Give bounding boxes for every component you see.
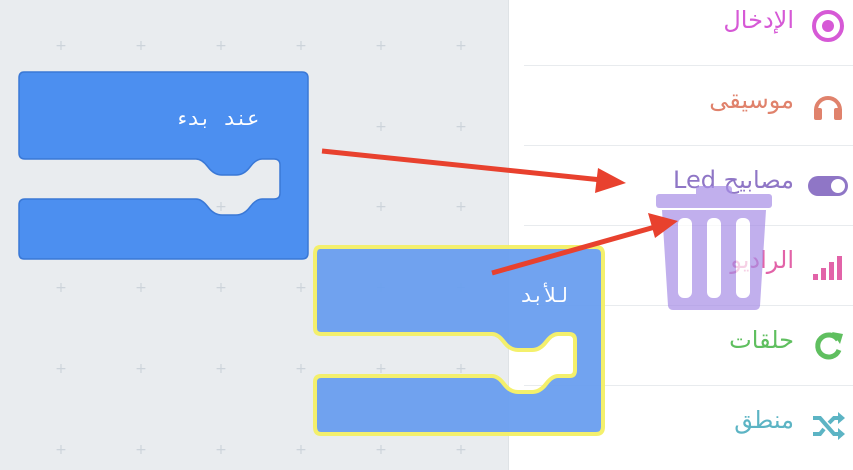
annotation-arrows [321, 148, 678, 276]
arrow-head [648, 213, 678, 238]
arrow-head [595, 168, 626, 193]
